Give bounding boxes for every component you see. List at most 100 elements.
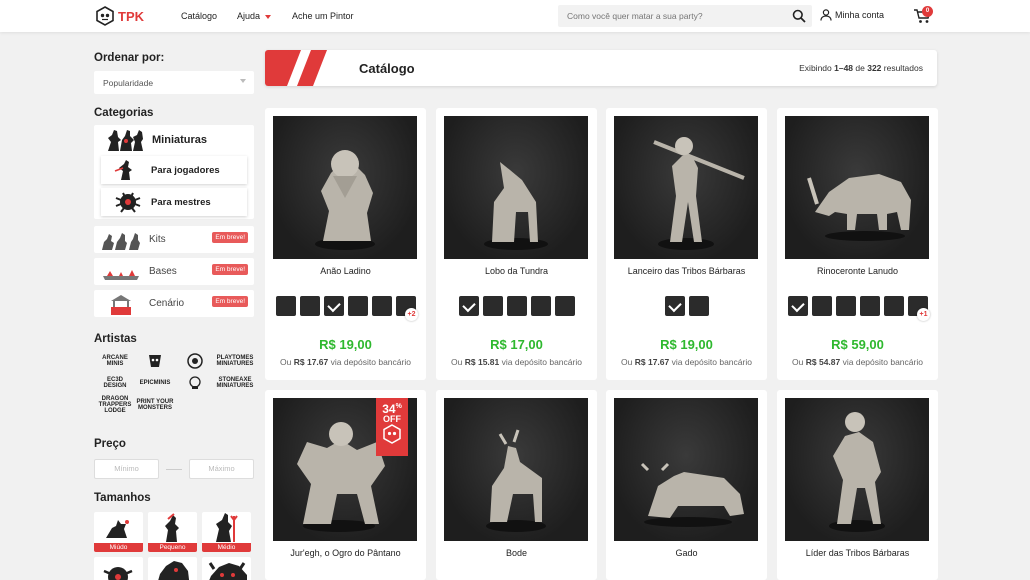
size-tiny[interactable]: Miúdo: [94, 512, 143, 552]
product-image[interactable]: [785, 116, 929, 259]
product-image[interactable]: [444, 116, 588, 259]
category-scenery-label: Cenário: [149, 298, 185, 309]
size-huge[interactable]: [148, 557, 197, 580]
variant-thumbnail-selected[interactable]: [787, 296, 808, 316]
product-name[interactable]: Bode: [436, 548, 597, 558]
more-variants-badge[interactable]: +1: [917, 308, 930, 321]
results-suffix: resultados: [881, 63, 923, 73]
size-large[interactable]: [94, 557, 143, 580]
variant-thumbnail[interactable]: [482, 296, 503, 316]
variant-thumbnail[interactable]: [371, 296, 392, 316]
artist-logo[interactable]: STONEAXE MINIATURES: [215, 374, 255, 392]
kits-silhouette-icon: [102, 232, 140, 250]
product-card[interactable]: Anão Ladino +2 R$ 19,00 Ou R$ 17.67 via …: [265, 108, 426, 380]
bank-prefix: Ou: [280, 357, 294, 367]
search-input[interactable]: [558, 5, 783, 27]
results-range: 1–48: [834, 63, 854, 73]
variant-thumbnail-selected[interactable]: [664, 296, 685, 316]
product-name[interactable]: Jur'egh, o Ogro do Pântano: [265, 548, 426, 558]
product-name[interactable]: Gado: [606, 548, 767, 558]
product-name[interactable]: Rinoceronte Lanudo: [777, 266, 938, 276]
artist-logo[interactable]: ARCANE MINIS: [95, 352, 135, 370]
variant-thumbnail[interactable]: [506, 296, 527, 316]
artist-logo-round[interactable]: [175, 352, 215, 370]
variant-thumbnail[interactable]: [275, 296, 296, 316]
artist-logo[interactable]: EPICMINIS: [135, 374, 175, 392]
subcategory-masters[interactable]: Para mestres: [101, 188, 247, 216]
artist-logo-mask[interactable]: [135, 352, 175, 370]
artist-logo[interactable]: PLAYTOMES MINIATURES: [215, 352, 255, 370]
category-kits-label: Kits: [149, 234, 166, 245]
more-variants-badge[interactable]: +2: [405, 308, 418, 321]
product-image[interactable]: [273, 116, 417, 259]
price-min-input[interactable]: Mínimo: [94, 459, 159, 479]
catalog-header: Catálogo Exibindo 1–48 de 322 resultados: [265, 50, 937, 86]
product-name[interactable]: Lobo da Tundra: [436, 266, 597, 276]
page-title: Catálogo: [359, 61, 415, 76]
product-card[interactable]: Gado: [606, 390, 767, 580]
bank-prefix: Ou: [621, 357, 635, 367]
category-miniatures[interactable]: Miniaturas: [104, 128, 207, 152]
discount-unit: %: [395, 403, 402, 410]
product-name[interactable]: Líder das Tribos Bárbaras: [777, 548, 938, 558]
variant-thumbnail-selected[interactable]: [323, 296, 344, 316]
subcategory-players-label: Para jogadores: [151, 164, 220, 176]
variant-thumbnail[interactable]: [835, 296, 856, 316]
variant-thumbnail[interactable]: [859, 296, 880, 316]
variant-thumbnail[interactable]: [530, 296, 551, 316]
mask-logo-icon: [149, 355, 161, 367]
size-tiny-label: Miúdo: [94, 543, 143, 552]
small-creature-icon: [165, 513, 179, 542]
variant-thumbnail[interactable]: [299, 296, 320, 316]
product-card[interactable]: 34% OFF Jur'egh, o Ogro do Pântano: [265, 390, 426, 580]
variant-thumbnail[interactable]: [811, 296, 832, 316]
size-medium[interactable]: Médio: [202, 512, 251, 552]
coming-soon-badge: Em breve!: [212, 296, 248, 307]
variant-thumbnail[interactable]: [883, 296, 904, 316]
subcategory-players[interactable]: Para jogadores: [101, 156, 247, 184]
price-max-input[interactable]: Máximo: [189, 459, 254, 479]
account-link[interactable]: Minha conta: [820, 9, 884, 21]
brand-logo[interactable]: TPK: [95, 6, 144, 26]
product-image[interactable]: [785, 398, 929, 541]
product-name[interactable]: Anão Ladino: [265, 266, 426, 276]
variant-thumbnail[interactable]: [688, 296, 709, 316]
product-card[interactable]: Lanceiro das Tribos Bárbaras R$ 19,00 Ou…: [606, 108, 767, 380]
nav-help[interactable]: Ajuda: [237, 11, 272, 21]
product-image[interactable]: [614, 116, 758, 259]
category-bases[interactable]: Bases Em breve!: [94, 258, 254, 285]
product-name[interactable]: Lanceiro das Tribos Bárbaras: [606, 266, 767, 276]
nav-find-painter[interactable]: Ache um Pintor: [292, 11, 354, 21]
product-card[interactable]: Rinoceronte Lanudo +1 R$ 59,00 Ou R$ 54.…: [777, 108, 938, 380]
bank-price: R$ 17.67: [293, 357, 329, 367]
variant-thumbnail[interactable]: [347, 296, 368, 316]
artist-logo[interactable]: PRINT YOUR MONSTERS: [135, 396, 175, 414]
artist-logo-skull[interactable]: [175, 374, 215, 392]
d20-dice-icon: [383, 424, 401, 444]
product-card[interactable]: Lobo da Tundra R$ 17,00 Ou R$ 15.81 via …: [436, 108, 597, 380]
wolf-miniature-image: [484, 162, 548, 250]
brand-name: TPK: [118, 8, 144, 24]
product-card[interactable]: Líder das Tribos Bárbaras: [777, 390, 938, 580]
size-small[interactable]: Pequeno: [148, 512, 197, 552]
nav-catalog[interactable]: Catálogo: [181, 11, 217, 21]
variant-thumbnail-selected[interactable]: [458, 296, 479, 316]
bank-suffix: via depósito bancário: [840, 357, 923, 367]
product-image[interactable]: [614, 398, 758, 541]
d20-dice-icon: [96, 6, 114, 26]
category-scenery[interactable]: Cenário Em breve!: [94, 290, 254, 317]
category-kits[interactable]: Kits Em breve!: [94, 226, 254, 253]
coming-soon-badge: Em breve!: [212, 264, 248, 275]
product-price: R$ 17,00: [490, 337, 543, 352]
order-select[interactable]: Popularidade: [94, 71, 254, 94]
artist-logo[interactable]: DRAGON TRAPPERS LODGE: [95, 396, 135, 414]
variant-thumbnail[interactable]: [554, 296, 575, 316]
product-image[interactable]: [444, 398, 588, 541]
size-gargantuan[interactable]: [202, 557, 251, 580]
artist-logo[interactable]: EC3D DESIGN: [95, 374, 135, 392]
variant-thumbnails: [777, 296, 938, 316]
search-icon[interactable]: [792, 9, 806, 23]
bases-icon: [103, 269, 139, 280]
price-title: Preço: [94, 438, 126, 450]
product-card[interactable]: Bode: [436, 390, 597, 580]
